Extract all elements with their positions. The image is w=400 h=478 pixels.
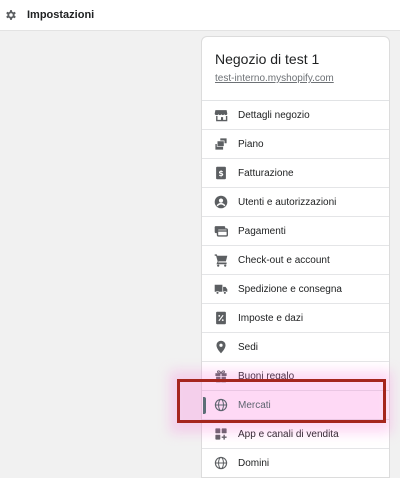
cart-icon — [214, 253, 228, 267]
nav-label: Fatturazione — [238, 167, 294, 179]
nav-label: Domini — [238, 457, 270, 469]
nav-item-payments[interactable]: Pagamenti — [202, 217, 389, 246]
location-icon — [214, 340, 228, 354]
truck-icon — [214, 282, 228, 296]
nav-item-checkout[interactable]: Check-out e account — [202, 246, 389, 275]
top-bar: Impostazioni — [0, 0, 400, 31]
svg-text:$: $ — [218, 169, 223, 178]
payments-icon — [214, 224, 228, 238]
nav-label: Imposte e dazi — [238, 312, 304, 324]
nav-item-gift-cards[interactable]: Buoni regalo — [202, 362, 389, 391]
nav-label: Dettagli negozio — [238, 109, 310, 121]
nav-item-billing[interactable]: $ Fatturazione — [202, 159, 389, 188]
nav-item-plan[interactable]: Piano — [202, 130, 389, 159]
nav-label: Buoni regalo — [238, 370, 295, 382]
globe-icon — [214, 398, 228, 412]
nav-label: Utenti e autorizzazioni — [238, 196, 337, 208]
nav-item-locations[interactable]: Sedi — [202, 333, 389, 362]
page-title: Impostazioni — [27, 9, 95, 21]
plan-icon — [214, 137, 228, 151]
nav-item-apps[interactable]: App e canali di vendita — [202, 420, 389, 449]
nav-item-taxes[interactable]: Imposte e dazi — [202, 304, 389, 333]
apps-icon — [214, 427, 228, 441]
nav-label: Mercati — [238, 399, 271, 411]
nav-item-users[interactable]: Utenti e autorizzazioni — [202, 188, 389, 217]
store-name: Negozio di test 1 — [215, 51, 320, 67]
domain-globe-icon — [214, 456, 228, 470]
billing-icon: $ — [214, 166, 228, 180]
store-icon — [214, 108, 228, 122]
settings-nav: Dettagli negozio Piano $ Fatturazione Ut… — [202, 101, 389, 477]
settings-panel: Negozio di test 1 test-interno.myshopify… — [201, 36, 390, 478]
nav-label: Spedizione e consegna — [238, 283, 342, 295]
user-icon — [214, 195, 228, 209]
gear-icon[interactable] — [4, 8, 18, 22]
nav-label: Check-out e account — [238, 254, 330, 266]
gift-icon — [214, 369, 228, 383]
nav-item-domains[interactable]: Domini — [202, 449, 389, 477]
store-url-link[interactable]: test-interno.myshopify.com — [215, 73, 376, 84]
nav-label: App e canali di vendita — [238, 428, 339, 440]
tax-icon — [214, 311, 228, 325]
nav-label: Pagamenti — [238, 225, 286, 237]
nav-label: Sedi — [238, 341, 259, 353]
nav-item-markets[interactable]: Mercati — [202, 391, 389, 420]
store-header: Negozio di test 1 test-interno.myshopify… — [202, 37, 389, 101]
nav-item-store-details[interactable]: Dettagli negozio — [202, 101, 389, 130]
nav-label: Piano — [238, 138, 264, 150]
nav-item-shipping[interactable]: Spedizione e consegna — [202, 275, 389, 304]
